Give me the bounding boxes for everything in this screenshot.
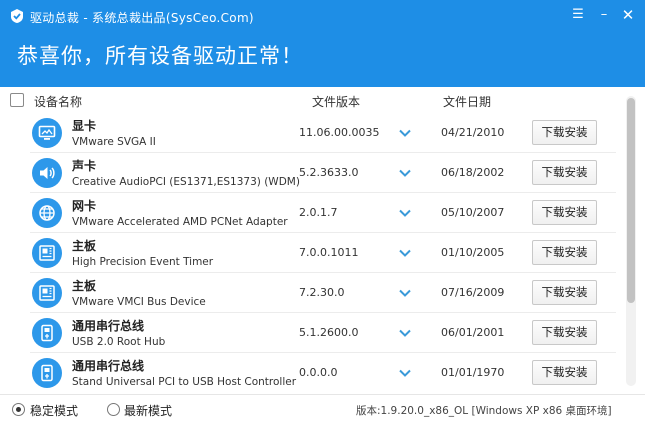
device-date: 01/10/2005 xyxy=(441,246,505,259)
chevron-down-icon[interactable] xyxy=(398,126,412,140)
stable-mode-label[interactable]: 稳定模式 xyxy=(30,402,78,419)
device-row[interactable]: 主板 VMware VMCI Bus Device 7.2.30.0 07/16… xyxy=(0,273,624,313)
usb-icon xyxy=(32,358,62,388)
device-name: VMware Accelerated AMD PCNet Adapter xyxy=(72,216,288,228)
version-info: 版本:1.9.20.0_x86_OL [Windows XP x86 桌面环境] xyxy=(356,405,612,417)
download-install-button[interactable]: 下载安装 xyxy=(532,280,597,305)
column-header: 设备名称 文件版本 文件日期 xyxy=(0,87,645,113)
download-install-button[interactable]: 下载安装 xyxy=(532,240,597,265)
title-bar[interactable]: 驱动总裁 - 系统总裁出品(SysCeo.Com) ☰ – ✕ xyxy=(0,0,645,30)
device-name: VMware VMCI Bus Device xyxy=(72,296,206,308)
device-row[interactable]: 声卡 Creative AudioPCI (ES1371,ES1373) (WD… xyxy=(0,153,624,193)
device-version: 0.0.0.0 xyxy=(299,366,338,379)
latest-mode-radio[interactable] xyxy=(107,403,120,416)
device-date: 06/18/2002 xyxy=(441,166,505,179)
device-category: 通用串行总线 xyxy=(72,319,145,333)
device-name: High Precision Event Timer xyxy=(72,256,214,268)
device-category: 显卡 xyxy=(72,119,97,133)
download-install-button[interactable]: 下载安装 xyxy=(532,360,597,385)
device-category: 网卡 xyxy=(72,199,97,213)
stable-mode-radio[interactable] xyxy=(12,403,25,416)
window-title: 驱动总裁 - 系统总裁出品(SysCeo.Com) xyxy=(30,11,254,25)
status-headline: 恭喜你，所有设备驱动正常！ xyxy=(17,44,303,68)
chevron-down-icon[interactable] xyxy=(398,246,412,260)
chevron-down-icon[interactable] xyxy=(398,206,412,220)
device-name: Creative AudioPCI (ES1371,ES1373) (WDM) xyxy=(72,176,300,188)
download-install-button[interactable]: 下载安装 xyxy=(532,200,597,225)
device-date: 01/01/1970 xyxy=(441,366,505,379)
device-category: 通用串行总线 xyxy=(72,359,145,373)
minimize-button[interactable]: – xyxy=(595,6,613,24)
device-row[interactable]: 网卡 VMware Accelerated AMD PCNet Adapter … xyxy=(0,193,624,233)
column-file-date[interactable]: 文件日期 xyxy=(443,93,491,110)
device-version: 5.1.2600.0 xyxy=(299,326,359,339)
device-row[interactable]: 通用串行总线 Stand Universal PCI to USB Host C… xyxy=(0,353,624,392)
download-install-button[interactable]: 下载安装 xyxy=(532,120,597,145)
device-row[interactable]: 主板 High Precision Event Timer 7.0.0.1011… xyxy=(0,233,624,273)
device-date: 05/10/2007 xyxy=(441,206,505,219)
download-install-button[interactable]: 下载安装 xyxy=(532,160,597,185)
device-category: 主板 xyxy=(72,239,97,253)
settings-menu-icon[interactable]: ☰ xyxy=(569,6,587,24)
device-name: USB 2.0 Root Hub xyxy=(72,336,166,348)
chevron-down-icon[interactable] xyxy=(398,286,412,300)
list-scrollbar[interactable] xyxy=(626,96,636,386)
device-row[interactable]: 显卡 VMware SVGA II 11.06.00.0035 04/21/20… xyxy=(0,113,624,153)
motherboard-icon xyxy=(32,238,62,268)
header-band: 驱动总裁 - 系统总裁出品(SysCeo.Com) ☰ – ✕ 恭喜你，所有设备… xyxy=(0,0,645,87)
device-version: 7.0.0.1011 xyxy=(299,246,359,259)
monitor-icon xyxy=(32,118,62,148)
latest-mode-label[interactable]: 最新模式 xyxy=(124,402,172,419)
device-date: 06/01/2001 xyxy=(441,326,505,339)
device-name: Stand Universal PCI to USB Host Controll… xyxy=(72,376,297,388)
device-version: 7.2.30.0 xyxy=(299,286,345,299)
chevron-down-icon[interactable] xyxy=(398,326,412,340)
device-date: 04/21/2010 xyxy=(441,126,505,139)
select-all-checkbox[interactable] xyxy=(10,93,24,107)
device-row[interactable]: 通用串行总线 USB 2.0 Root Hub 5.1.2600.0 06/01… xyxy=(0,313,624,353)
globe-icon xyxy=(32,198,62,228)
radio-selected-dot xyxy=(16,407,21,412)
device-date: 07/16/2009 xyxy=(441,286,505,299)
column-file-version[interactable]: 文件版本 xyxy=(312,93,360,110)
device-version: 5.2.3633.0 xyxy=(299,166,359,179)
device-category: 主板 xyxy=(72,279,97,293)
app-logo-icon xyxy=(9,8,25,24)
motherboard-icon xyxy=(32,278,62,308)
scrollbar-thumb[interactable] xyxy=(627,98,635,303)
device-version: 11.06.00.0035 xyxy=(299,126,380,139)
device-list: 显卡 VMware SVGA II 11.06.00.0035 04/21/20… xyxy=(0,113,624,392)
column-device-name[interactable]: 设备名称 xyxy=(34,93,82,110)
chevron-down-icon[interactable] xyxy=(398,166,412,180)
device-category: 声卡 xyxy=(72,159,97,173)
close-button[interactable]: ✕ xyxy=(619,6,637,24)
download-install-button[interactable]: 下载安装 xyxy=(532,320,597,345)
device-version: 2.0.1.7 xyxy=(299,206,338,219)
speaker-icon xyxy=(32,158,62,188)
usb-icon xyxy=(32,318,62,348)
device-name: VMware SVGA II xyxy=(72,136,156,148)
footer-bar: 稳定模式 最新模式 版本:1.9.20.0_x86_OL [Windows XP… xyxy=(0,394,645,424)
chevron-down-icon[interactable] xyxy=(398,366,412,380)
